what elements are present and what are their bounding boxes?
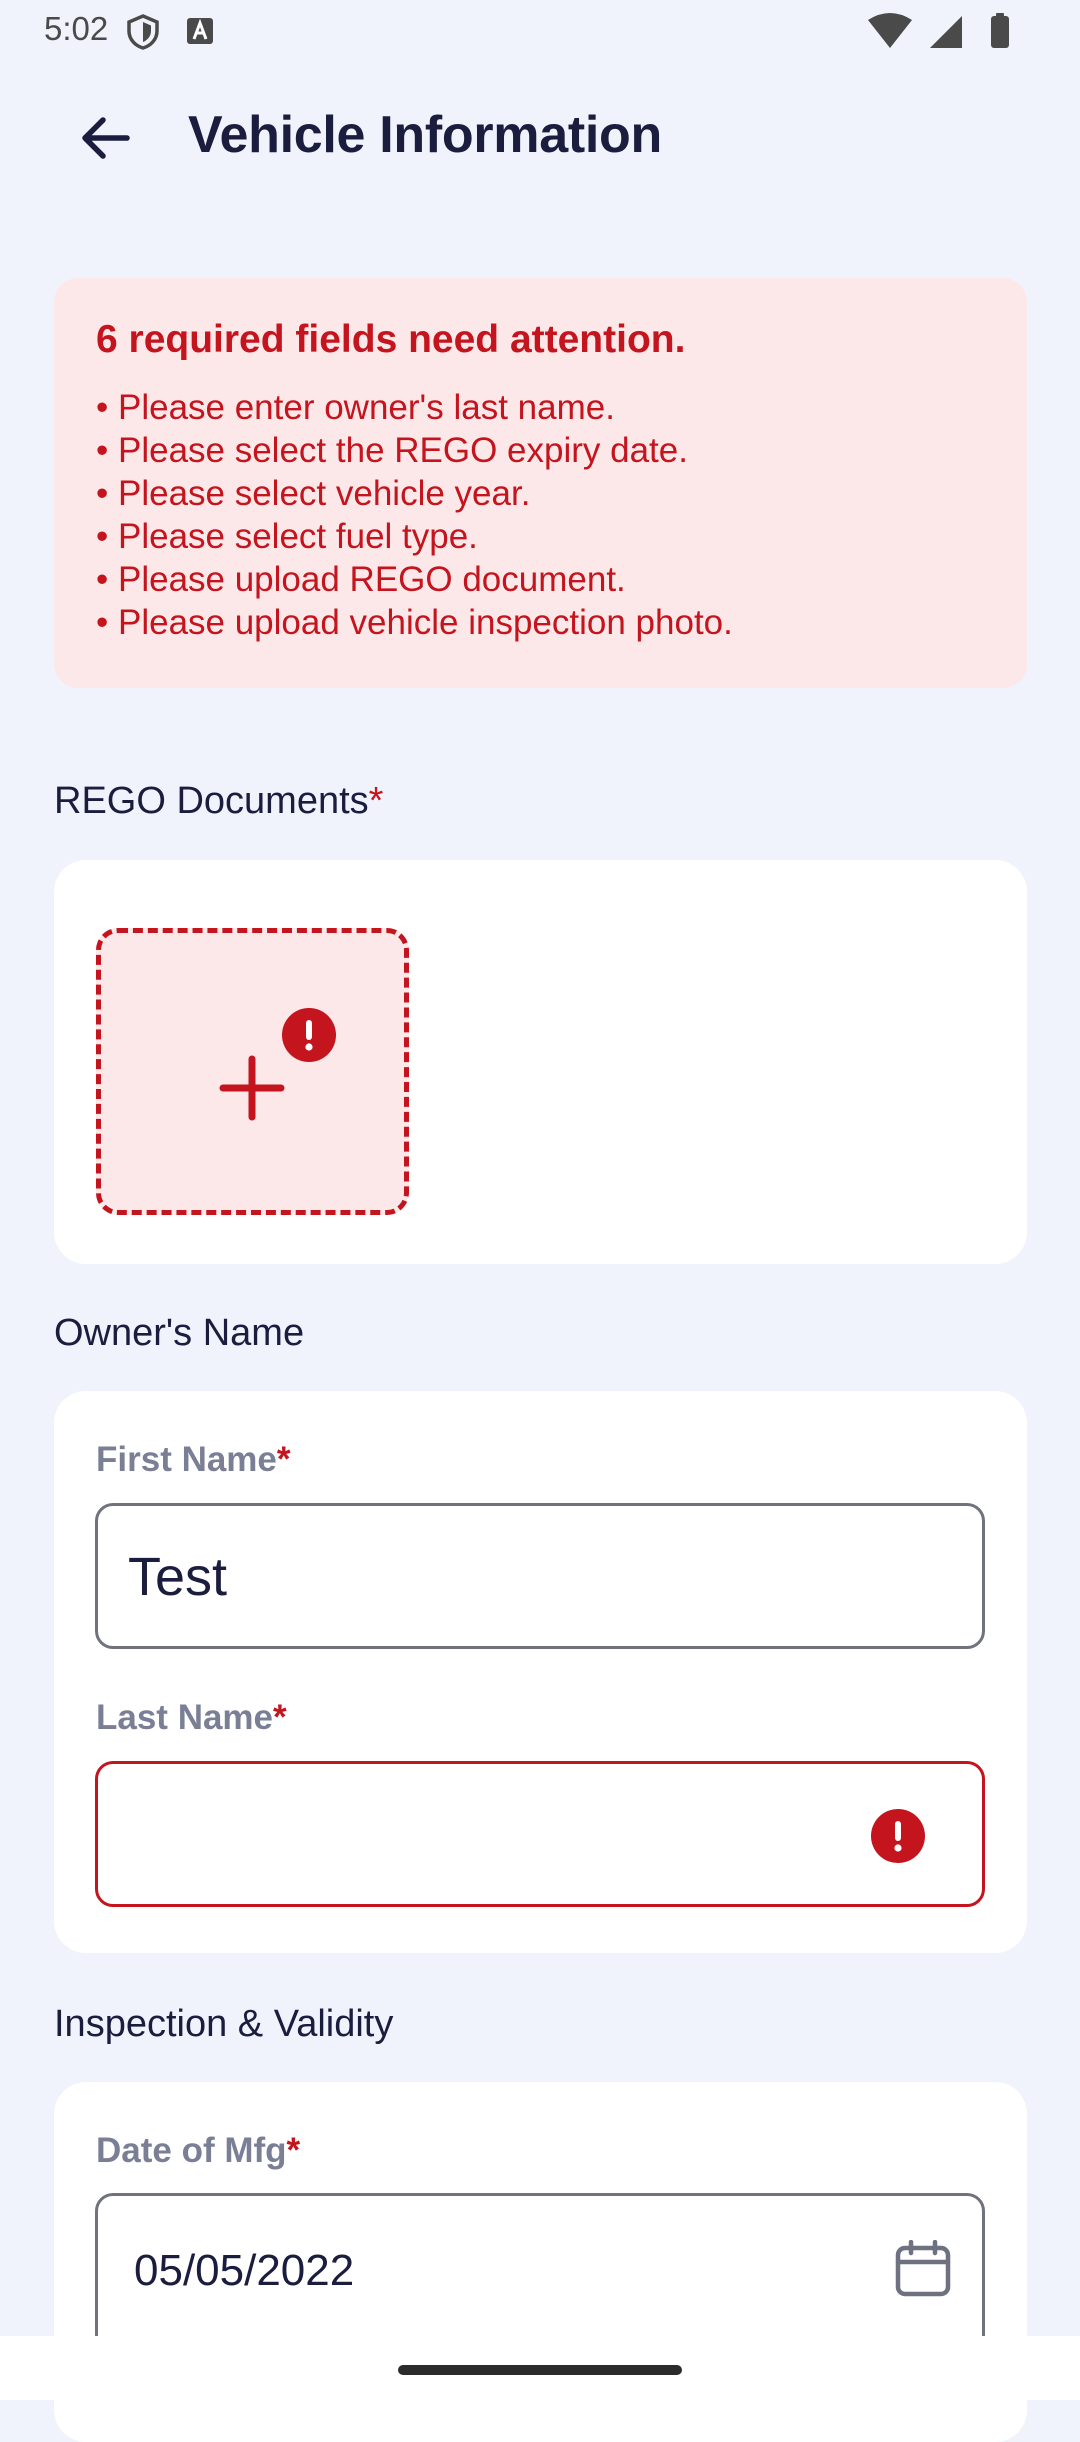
error-item: • Please enter owner's last name. (96, 388, 615, 427)
rego-upload-button[interactable] (96, 928, 409, 1215)
home-indicator[interactable] (398, 2365, 682, 2375)
keyboard-a-icon (187, 18, 213, 44)
error-item: • Please upload REGO document. (96, 560, 626, 599)
error-banner: 6 required fields need attention. • Plea… (54, 278, 1027, 688)
owner-section-label: Owner's Name (54, 1312, 305, 1354)
back-arrow-icon (82, 117, 130, 159)
signal-icon (930, 16, 962, 48)
error-item: • Please select the REGO expiry date. (96, 431, 688, 470)
error-item: • Please select fuel type. (96, 517, 478, 556)
error-icon (282, 1008, 336, 1062)
first-name-label: First Name* (96, 1440, 291, 1480)
date-of-mfg-field[interactable]: 05/05/2022 (95, 2193, 985, 2353)
status-icons (868, 13, 1009, 48)
date-of-mfg-value: 05/05/2022 (134, 2246, 355, 2295)
wifi-icon (868, 13, 912, 48)
error-banner-title: 6 required fields need attention. (96, 318, 686, 361)
last-name-field[interactable] (95, 1761, 985, 1907)
first-name-field[interactable]: Test (95, 1503, 985, 1649)
rego-label-text: REGO Documents (54, 780, 369, 822)
required-mark: * (276, 1440, 291, 1479)
calendar-icon[interactable] (894, 2240, 952, 2298)
required-mark: * (273, 1698, 287, 1737)
battery-icon (991, 16, 1009, 48)
date-of-mfg-label-text: Date of Mfg (96, 2131, 287, 2170)
back-button[interactable] (66, 98, 146, 178)
error-item: • Please select vehicle year. (96, 474, 531, 513)
page-title: Vehicle Information (188, 106, 662, 164)
first-name-label-text: First Name (96, 1440, 277, 1479)
first-name-value: Test (128, 1547, 228, 1607)
required-mark: * (286, 2131, 301, 2170)
shield-icon (127, 14, 159, 50)
status-time: 5:02 (44, 10, 109, 47)
error-icon (871, 1809, 925, 1863)
rego-section-label: REGO Documents* (54, 780, 383, 823)
required-mark: * (368, 780, 384, 822)
plus-icon (219, 1055, 285, 1121)
last-name-label: Last Name* (96, 1698, 287, 1738)
date-of-mfg-label: Date of Mfg* (96, 2131, 300, 2171)
inspection-section-label: Inspection & Validity (54, 2003, 394, 2045)
error-item: • Please upload vehicle inspection photo… (96, 603, 733, 642)
last-name-label-text: Last Name (96, 1698, 274, 1737)
